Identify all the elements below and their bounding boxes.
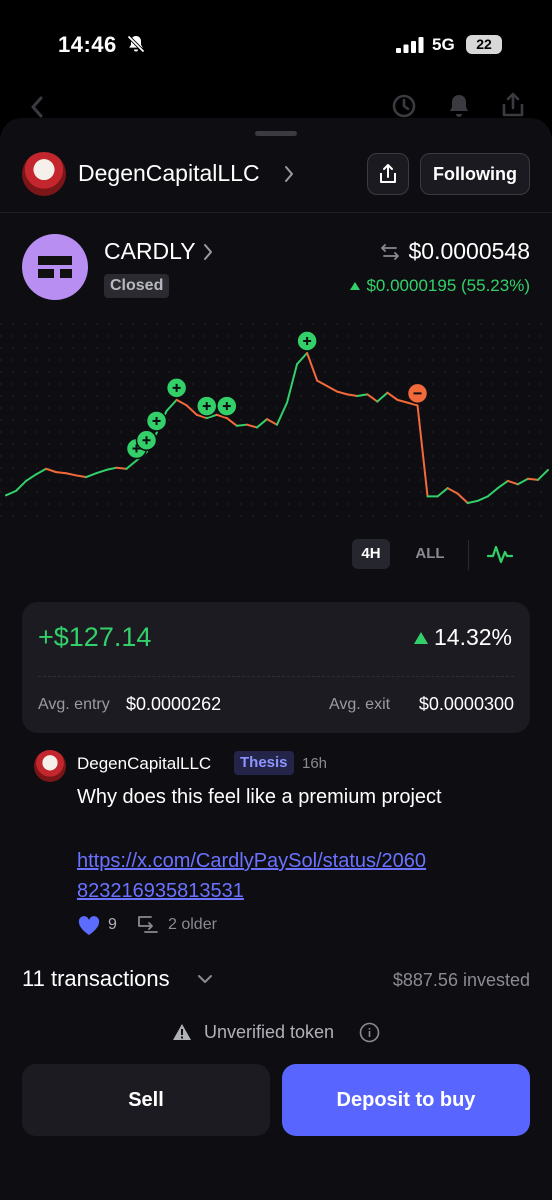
buy-marker[interactable] bbox=[296, 330, 318, 352]
buy-marker[interactable] bbox=[195, 395, 218, 417]
post-link[interactable]: https://x.com/CardlyPaySol/status/206082… bbox=[77, 846, 437, 906]
unverified-warning: Unverified token bbox=[0, 1020, 552, 1048]
divider bbox=[468, 540, 469, 570]
thread-icon bbox=[138, 916, 158, 933]
avatar bbox=[22, 152, 66, 196]
price-segment bbox=[115, 466, 128, 470]
pnl-card: +$127.14 14.32% Avg. entry $0.0000262 Av… bbox=[22, 602, 530, 733]
post-text: Why does this feel like a premium projec… bbox=[77, 786, 442, 808]
buy-marker[interactable] bbox=[216, 395, 238, 417]
buy-marker[interactable] bbox=[135, 429, 158, 452]
like-count: 9 bbox=[108, 916, 117, 933]
up-arrow-icon bbox=[350, 282, 361, 290]
pnl-percent-value: 14.32% bbox=[433, 624, 512, 650]
avg-entry-value: $0.0000262 bbox=[126, 694, 222, 714]
avatar[interactable] bbox=[34, 750, 66, 782]
transactions-row[interactable]: 11 transactions $887.56 invested bbox=[0, 964, 552, 996]
thesis-badge: Thesis bbox=[234, 751, 294, 775]
invested-amount: $887.56 invested bbox=[392, 970, 530, 990]
token-price: $0.0000548 bbox=[408, 238, 530, 264]
deposit-to-buy-button[interactable]: Deposit to buy bbox=[282, 1064, 530, 1136]
sell-marker[interactable] bbox=[406, 382, 429, 405]
sell-button[interactable]: Sell bbox=[22, 1064, 270, 1136]
token-header: CARDLY Closed $0.0000548 $0.0000195 (55.… bbox=[0, 230, 552, 306]
chart-type-icon[interactable] bbox=[486, 542, 514, 566]
position-sheet: DegenCapitalLLC Following CARDLY Closed … bbox=[0, 118, 552, 1200]
price-row: $0.0000548 bbox=[380, 238, 530, 265]
buy-marker[interactable] bbox=[145, 410, 168, 432]
status-bar: 14:46 5G 22 bbox=[0, 0, 552, 90]
pnl-value: +$127.14 bbox=[38, 622, 152, 652]
up-arrow-icon bbox=[413, 631, 428, 644]
bell-off-icon bbox=[127, 35, 145, 53]
divider bbox=[0, 212, 552, 213]
price-change-value: $0.0000195 (55.23%) bbox=[366, 276, 530, 295]
signal-icon bbox=[396, 37, 424, 53]
avg-exit-label: Avg. exit bbox=[329, 696, 391, 713]
info-icon[interactable] bbox=[359, 1022, 380, 1043]
price-change: $0.0000195 (55.23%) bbox=[350, 276, 530, 296]
older-posts-link[interactable]: 2 older bbox=[168, 916, 217, 934]
post-time: 16h bbox=[302, 755, 328, 772]
timeframe-4h[interactable]: 4H bbox=[352, 539, 390, 569]
network-type: 5G bbox=[432, 35, 455, 54]
history-icon bbox=[392, 94, 416, 118]
timeframe-all[interactable]: ALL bbox=[410, 539, 450, 569]
buy-marker[interactable] bbox=[165, 377, 188, 399]
thesis-post: DegenCapitalLLC Thesis 16h Why does this… bbox=[0, 746, 552, 936]
heart-icon[interactable] bbox=[78, 916, 100, 936]
profile-header[interactable]: DegenCapitalLLC Following bbox=[0, 148, 552, 204]
avg-exit-value: $0.0000300 bbox=[418, 694, 514, 714]
chevron-right-icon bbox=[204, 244, 212, 260]
status-badge: Closed bbox=[104, 274, 170, 298]
sheet-grabber[interactable] bbox=[255, 131, 297, 136]
token-name[interactable]: CARDLY bbox=[104, 238, 196, 265]
following-button[interactable]: Following bbox=[420, 153, 530, 195]
warning-icon bbox=[173, 1024, 191, 1040]
divider bbox=[38, 676, 514, 677]
back-icon bbox=[31, 96, 43, 118]
pnl-percent: 14.32% bbox=[413, 624, 512, 651]
chevron-right-icon bbox=[285, 166, 293, 182]
avg-entry-label: Avg. entry bbox=[38, 696, 110, 713]
battery-indicator: 22 bbox=[466, 35, 502, 54]
share-button[interactable] bbox=[367, 153, 409, 195]
swap-icon[interactable] bbox=[380, 243, 400, 261]
token-logo bbox=[22, 234, 88, 300]
price-segment bbox=[235, 423, 248, 427]
timeframe-selector: 4H ALL bbox=[0, 536, 552, 576]
share-icon bbox=[380, 164, 396, 183]
profile-name[interactable]: DegenCapitalLLC bbox=[78, 160, 260, 187]
alert-add-icon bbox=[450, 95, 468, 117]
unverified-text: Unverified token bbox=[204, 1022, 335, 1042]
price-segment bbox=[55, 471, 68, 475]
price-segment bbox=[526, 477, 539, 481]
price-chart[interactable] bbox=[0, 323, 552, 523]
transactions-count[interactable]: 11 transactions bbox=[22, 966, 170, 992]
status-time: 14:46 bbox=[58, 32, 117, 57]
share-icon-bg bbox=[502, 92, 524, 117]
chevron-down-icon[interactable] bbox=[197, 974, 213, 984]
post-author[interactable]: DegenCapitalLLC bbox=[77, 754, 211, 774]
